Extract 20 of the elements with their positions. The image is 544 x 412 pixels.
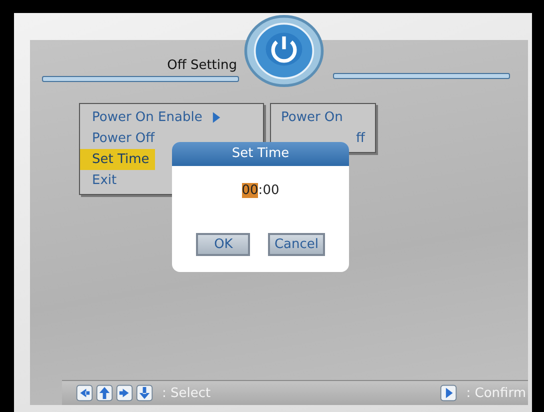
left-arrow-key-icon bbox=[76, 384, 93, 402]
down-arrow-key-icon bbox=[136, 384, 153, 402]
up-arrow-key-icon bbox=[96, 384, 113, 402]
screen-title: Off Setting bbox=[167, 58, 237, 73]
menu-item[interactable]: Power On Enable bbox=[80, 107, 228, 128]
dialog-title: Set Time bbox=[172, 142, 349, 166]
power-emblem-icon bbox=[243, 14, 325, 88]
hint-text: : Select bbox=[162, 386, 211, 400]
right-arrow-key-icon bbox=[116, 384, 133, 402]
time-separator: : bbox=[258, 183, 263, 198]
ok-button[interactable]: OK bbox=[196, 233, 250, 256]
menu-item[interactable]: Exit bbox=[80, 170, 123, 191]
menu-item[interactable]: Power Off bbox=[80, 128, 161, 149]
hours-field[interactable]: 00 bbox=[242, 183, 258, 198]
menu-item[interactable]: Set Time bbox=[80, 149, 156, 170]
minutes-field[interactable]: 00 bbox=[262, 183, 280, 198]
cancel-button[interactable]: Cancel bbox=[268, 233, 325, 256]
hint-text: : Confirm bbox=[466, 386, 526, 400]
play-key-icon bbox=[440, 384, 458, 402]
submenu-item[interactable]: Power On bbox=[271, 107, 375, 128]
